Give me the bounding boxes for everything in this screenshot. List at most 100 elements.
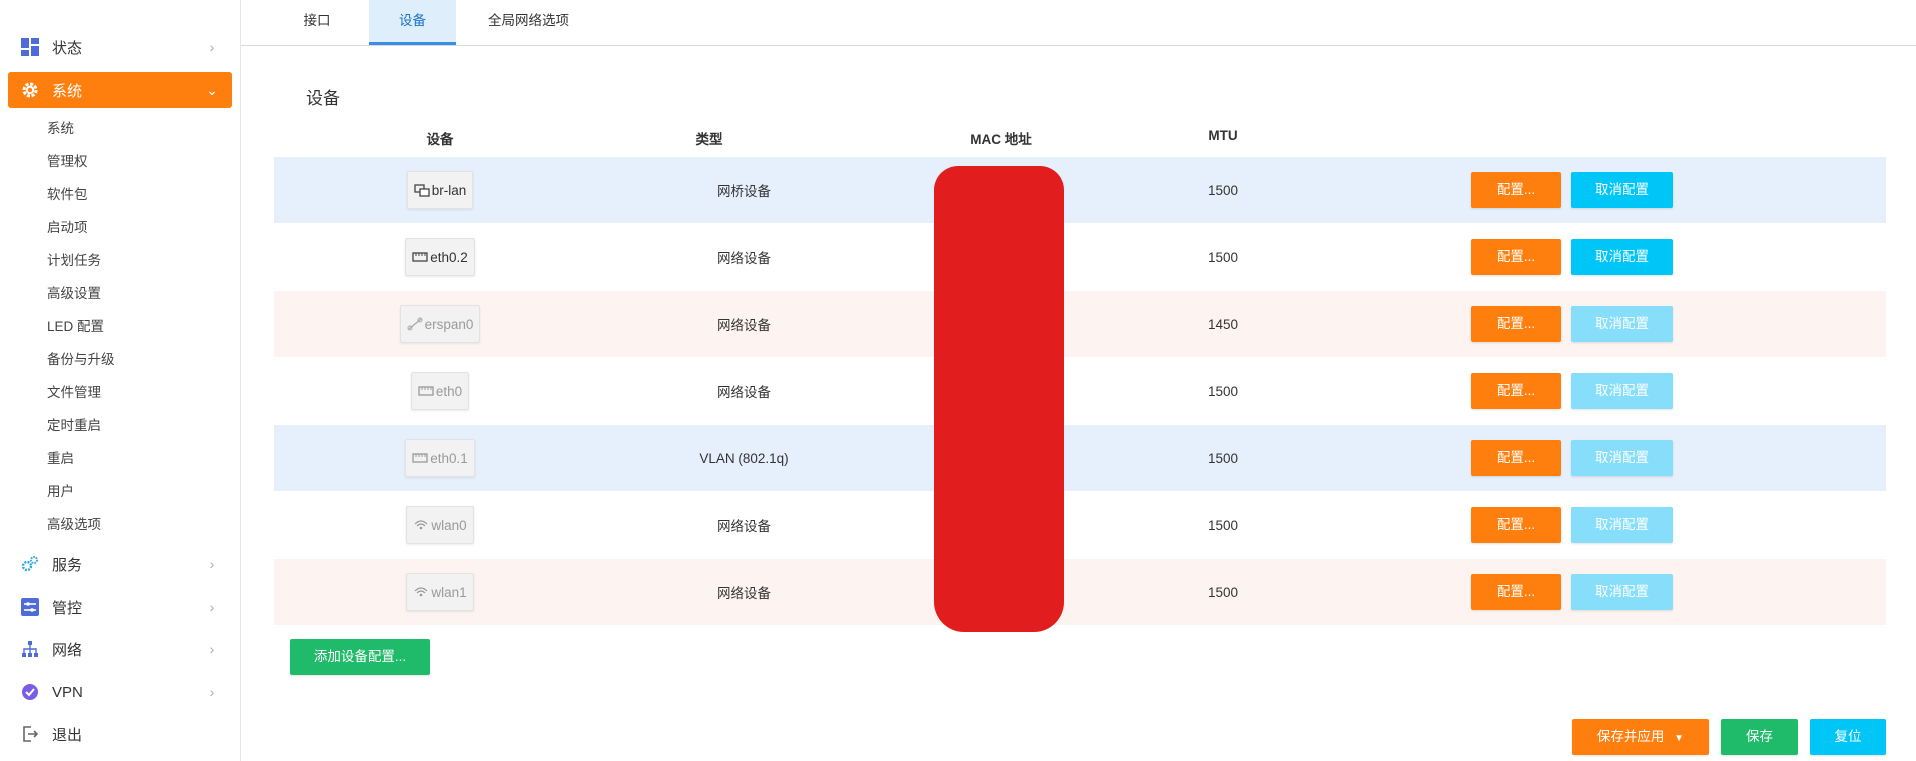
unconfigure-button: 取消配置 xyxy=(1571,306,1673,342)
chevron-right-icon: › xyxy=(209,641,215,657)
ethernet-icon xyxy=(412,250,428,264)
device-type: 网桥设备 xyxy=(717,184,771,199)
save-apply-label: 保存并应用 xyxy=(1596,729,1665,744)
sub-backup[interactable]: 备份与升级 xyxy=(47,350,115,370)
sub-advanced-options[interactable]: 高级选项 xyxy=(47,515,101,535)
unconfigure-button: 取消配置 xyxy=(1571,373,1673,409)
nav-status[interactable]: 状态 › xyxy=(8,29,232,65)
save-apply-button[interactable]: 保存并应用 ▼ xyxy=(1572,719,1709,755)
tab-global-network-options[interactable]: 全局网络选项 xyxy=(471,0,586,45)
configure-button[interactable]: 配置... xyxy=(1471,574,1561,610)
ethernet-icon xyxy=(412,451,428,465)
device-type: 网络设备 xyxy=(717,519,771,534)
nav-vpn-label: VPN xyxy=(52,683,83,701)
nav-system-label: 系统 xyxy=(52,82,83,100)
table-row: eth0.1 VLAN (802.1q) 1500 配置... 取消配置 xyxy=(274,425,1886,491)
nav-services[interactable]: 服务 › xyxy=(8,546,232,582)
configure-button[interactable]: 配置... xyxy=(1471,373,1561,409)
device-name: eth0.2 xyxy=(430,249,468,265)
nav-logout[interactable]: 退出 xyxy=(8,716,232,752)
device-name: eth0 xyxy=(435,383,463,399)
sidebar: 状态 › 系统 ⌄ 系统 管理权 软件包 启动项 计划任务 高级设置 LED 配… xyxy=(0,0,241,761)
redaction-mark xyxy=(934,166,1064,632)
nav-vpn[interactable]: VPN › xyxy=(8,674,232,710)
mtu-value: 1500 xyxy=(1207,182,1239,198)
nav-control[interactable]: 管控 › xyxy=(8,589,232,625)
tab-bar: 接口 设备 全局网络选项 xyxy=(241,0,1916,46)
device-name: wlan1 xyxy=(431,584,467,600)
device-type: VLAN (802.1q) xyxy=(699,450,789,466)
sub-led[interactable]: LED 配置 xyxy=(47,317,104,337)
device-type: 网络设备 xyxy=(717,385,771,400)
unconfigure-button: 取消配置 xyxy=(1571,574,1673,610)
sub-users[interactable]: 用户 xyxy=(47,482,74,502)
device-name: eth0.1 xyxy=(430,450,468,466)
chevron-right-icon: › xyxy=(209,556,215,572)
table-row: wlan1 网络设备 1500 配置... 取消配置 xyxy=(274,559,1886,625)
device-badge: eth0 xyxy=(410,372,470,410)
nav-system[interactable]: 系统 ⌄ xyxy=(8,72,232,108)
sub-startup[interactable]: 启动项 xyxy=(47,218,88,238)
chevron-down-icon: ⌄ xyxy=(206,81,218,98)
table-row: eth0.2 网络设备 1500 配置... 取消配置 xyxy=(274,224,1886,290)
nav-services-label: 服务 xyxy=(52,556,83,574)
save-button[interactable]: 保存 xyxy=(1721,719,1798,755)
tunnel-icon xyxy=(407,317,423,331)
device-badge: eth0.1 xyxy=(405,439,475,477)
configure-button[interactable]: 配置... xyxy=(1471,172,1561,208)
nav-status-label: 状态 xyxy=(52,39,83,57)
nav-network-label: 网络 xyxy=(52,641,83,659)
unconfigure-button: 取消配置 xyxy=(1571,507,1673,543)
device-name: wlan0 xyxy=(431,517,467,533)
vpn-icon xyxy=(20,682,40,702)
reset-button[interactable]: 复位 xyxy=(1810,719,1886,755)
device-badge: br-lan xyxy=(406,171,474,209)
device-badge: wlan0 xyxy=(406,506,474,544)
nav-control-label: 管控 xyxy=(52,599,83,617)
sub-scheduled-reboot[interactable]: 定时重启 xyxy=(47,416,101,436)
wifi-icon xyxy=(413,518,429,532)
sub-packages[interactable]: 软件包 xyxy=(47,185,88,205)
configure-button[interactable]: 配置... xyxy=(1471,239,1561,275)
device-name: erspan0 xyxy=(424,316,474,332)
mtu-value: 1500 xyxy=(1207,584,1239,600)
sub-system[interactable]: 系统 xyxy=(47,119,74,139)
device-badge: erspan0 xyxy=(399,305,481,343)
add-device-config-button[interactable]: 添加设备配置... xyxy=(290,639,430,675)
mtu-value: 1500 xyxy=(1207,517,1239,533)
chevron-right-icon: › xyxy=(209,684,215,700)
table-row: eth0 网络设备 1500 配置... 取消配置 xyxy=(274,358,1886,424)
tab-interfaces[interactable]: 接口 xyxy=(287,0,347,45)
gears-icon xyxy=(20,554,40,574)
sub-cron[interactable]: 计划任务 xyxy=(47,251,101,271)
sub-admin[interactable]: 管理权 xyxy=(47,152,88,172)
configure-button[interactable]: 配置... xyxy=(1471,440,1561,476)
device-type: 网络设备 xyxy=(717,586,771,601)
sub-reboot[interactable]: 重启 xyxy=(47,449,74,469)
mtu-value: 1500 xyxy=(1207,249,1239,265)
ethernet-icon xyxy=(418,384,434,398)
configure-button[interactable]: 配置... xyxy=(1471,507,1561,543)
nav-network[interactable]: 网络 › xyxy=(8,631,232,667)
device-badge: wlan1 xyxy=(406,573,474,611)
dashboard-icon xyxy=(20,37,40,57)
sub-advanced-settings[interactable]: 高级设置 xyxy=(47,284,101,304)
unconfigure-button[interactable]: 取消配置 xyxy=(1571,239,1673,275)
tab-devices[interactable]: 设备 xyxy=(369,0,456,45)
nav-logout-label: 退出 xyxy=(52,726,83,744)
mtu-value: 1500 xyxy=(1207,383,1239,399)
configure-button[interactable]: 配置... xyxy=(1471,306,1561,342)
unconfigure-button: 取消配置 xyxy=(1571,440,1673,476)
sliders-icon xyxy=(20,597,40,617)
chevron-right-icon: › xyxy=(209,599,215,615)
sub-file-manager[interactable]: 文件管理 xyxy=(47,383,101,403)
wifi-icon xyxy=(413,585,429,599)
bridge-icon xyxy=(414,183,430,197)
chevron-right-icon: › xyxy=(209,39,215,55)
section-title: 设备 xyxy=(306,89,340,108)
device-type: 网络设备 xyxy=(717,318,771,333)
table-row: wlan0 网络设备 1500 配置... 取消配置 xyxy=(274,492,1886,558)
mtu-value: 1500 xyxy=(1207,450,1239,466)
unconfigure-button[interactable]: 取消配置 xyxy=(1571,172,1673,208)
network-icon xyxy=(20,639,40,659)
